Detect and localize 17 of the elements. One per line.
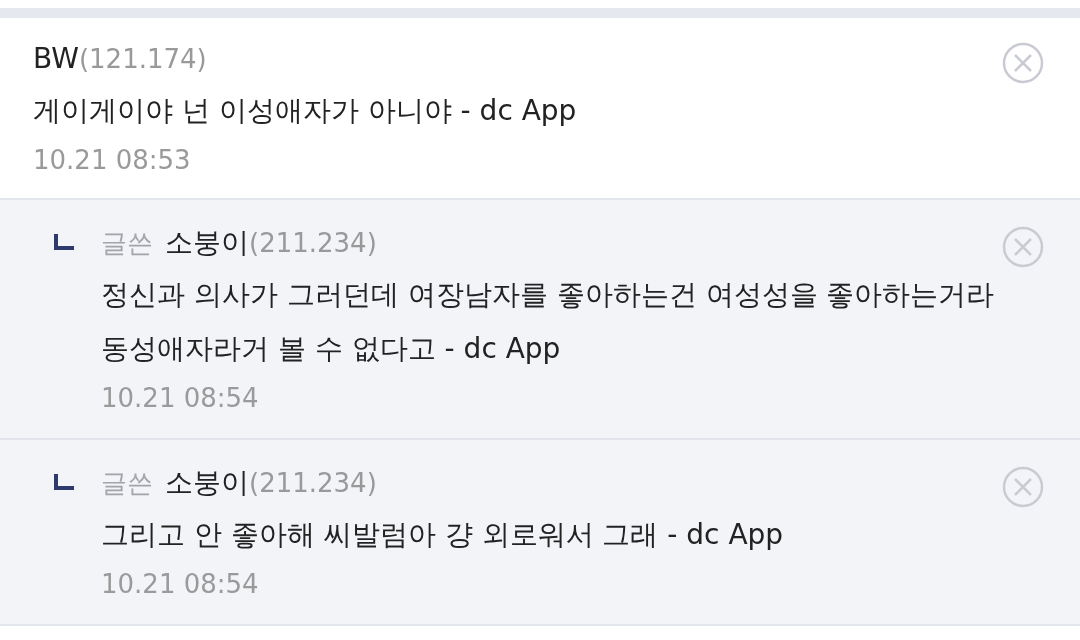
comment-text: 정신과 의사가 그러던데 여장남자를 좋아하는건 여성성을 좋아하는거라 동성애자라거 볼 수 없다고 - dc App — [101, 277, 996, 367]
comment-text: 그리고 안 좋아해 씨발럼아 걍 외로워서 그래 - dc App — [101, 517, 785, 553]
ip-address: (211.234) — [249, 227, 377, 260]
author-name: 소붕이 — [165, 465, 249, 501]
delete-icon[interactable] — [1002, 466, 1044, 508]
ip-address: (121.174) — [78, 43, 207, 76]
delete-icon[interactable] — [1002, 42, 1044, 84]
author-label: 글쓴 — [101, 227, 153, 260]
comment-time: 10.21 08:54 — [101, 382, 260, 415]
author-label: 글쓴 — [101, 467, 153, 500]
comment-text: 게이게이야 넌 이성애자가 아니야 - dc App — [33, 93, 578, 129]
comment-time: 10.21 08:54 — [101, 568, 260, 601]
delete-icon[interactable] — [1002, 226, 1044, 268]
author-name: 소붕이 — [165, 225, 249, 261]
ip-address: (211.234) — [249, 467, 377, 500]
author-name: BW — [33, 41, 79, 77]
comment-time: 10.21 08:53 — [33, 144, 192, 177]
